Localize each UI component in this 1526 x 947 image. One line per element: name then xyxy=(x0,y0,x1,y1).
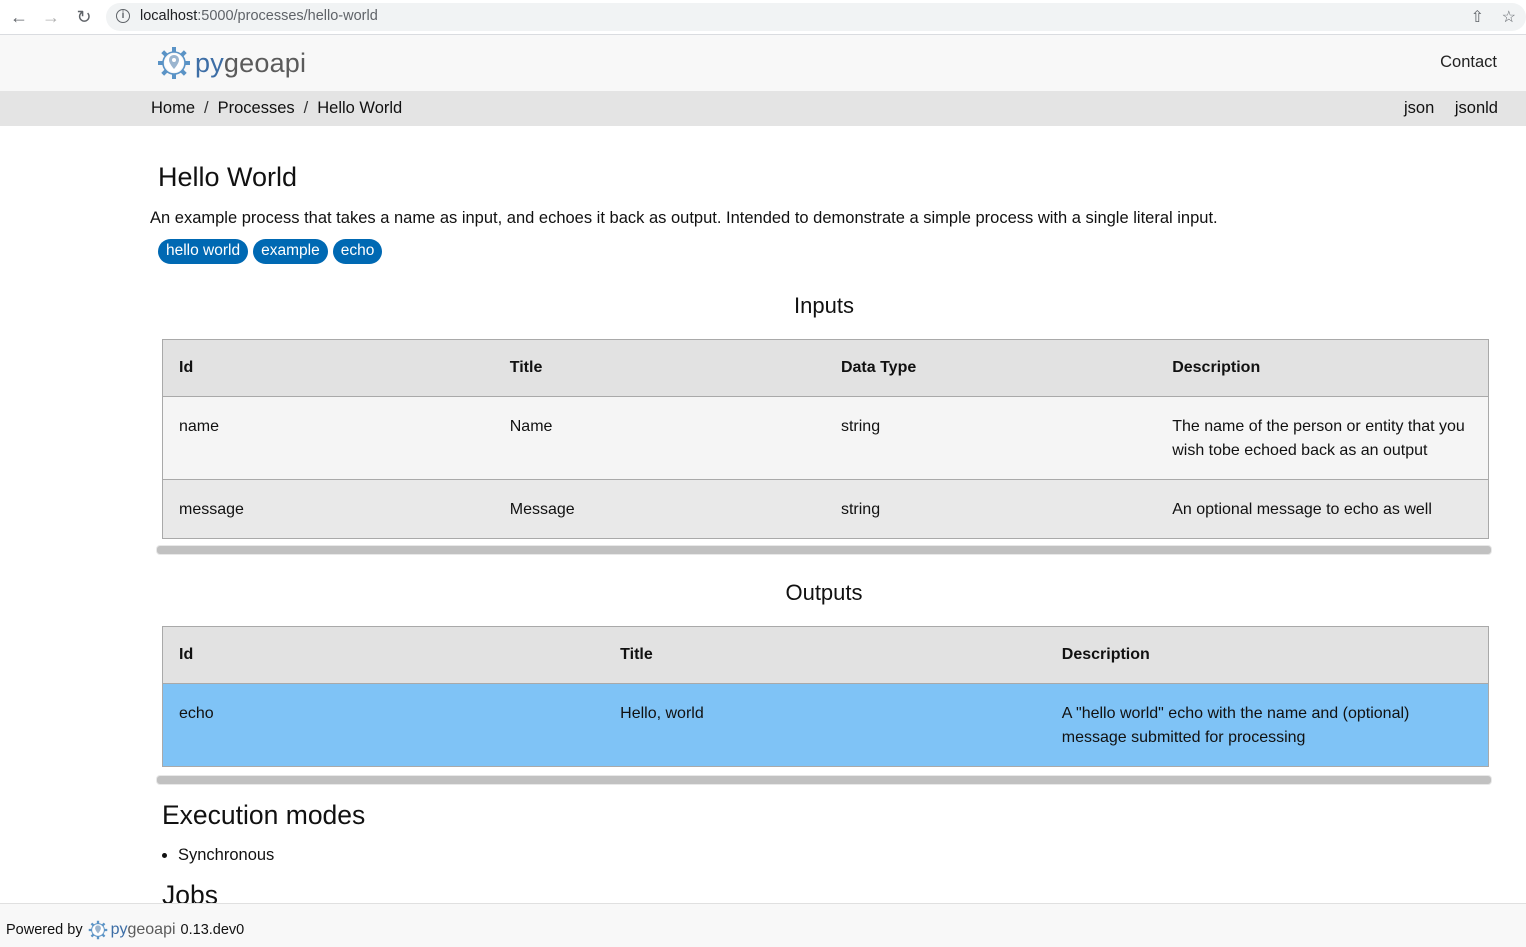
output-title: Hello, world xyxy=(620,705,704,722)
column-header: Title xyxy=(604,626,1046,684)
list-item: Synchronous xyxy=(178,846,274,865)
process-description: An example process that takes a name as … xyxy=(150,209,1218,227)
column-header: Description xyxy=(1156,339,1489,397)
share-icon[interactable]: ⇧ xyxy=(1471,7,1484,27)
column-header: Description xyxy=(1045,626,1489,684)
reload-icon[interactable]: ↻ xyxy=(73,6,95,28)
input-title: Message xyxy=(509,501,575,518)
powered-by-label: Powered by xyxy=(6,922,83,938)
table-row: message Message string An optional messa… xyxy=(162,479,1489,539)
input-description: An optional message to echo as well xyxy=(1172,501,1432,518)
table-header-row: Id Title Data Type Description xyxy=(162,339,1489,397)
input-type: string xyxy=(840,501,881,518)
inputs-heading: Inputs xyxy=(794,293,854,318)
input-id: name xyxy=(179,418,220,435)
input-title: Name xyxy=(509,418,553,435)
keyword-tags: hello world example echo xyxy=(158,239,383,264)
column-header: Data Type xyxy=(824,339,1157,397)
url-text[interactable]: localhost:5000/processes/hello-world xyxy=(140,8,378,24)
site-info-icon[interactable]: i xyxy=(116,9,130,23)
outputs-heading: Outputs xyxy=(785,580,863,605)
column-header: Title xyxy=(493,339,825,397)
input-type: string xyxy=(840,418,881,435)
output-id: echo xyxy=(179,705,214,722)
json-link[interactable]: json xyxy=(1404,99,1434,117)
back-arrow-icon[interactable]: ← xyxy=(8,6,30,28)
keyword-tag[interactable]: hello world xyxy=(158,239,249,264)
output-description: A "hello world" echo with the name and (… xyxy=(1061,705,1410,746)
address-bar[interactable]: i localhost:5000/processes/hello-world ⇧… xyxy=(106,3,1526,31)
footer-logo-py: py xyxy=(110,921,128,938)
browser-toolbar: ← → ↻ i localhost:5000/processes/hello-w… xyxy=(0,0,1526,35)
outputs-horizontal-scrollbar[interactable] xyxy=(156,775,1492,785)
footer-logo-geoapi: geoapi xyxy=(127,921,176,938)
bookmark-star-icon[interactable]: ☆ xyxy=(1502,7,1516,27)
page-title: Hello World xyxy=(158,162,298,192)
contact-link[interactable]: Contact xyxy=(1440,53,1497,72)
breadcrumb-current[interactable]: Hello World xyxy=(317,99,402,117)
breadcrumb-bar: Home / Processes / Hello World json jsonld xyxy=(0,91,1526,126)
site-header: pygeoapi Contact xyxy=(0,35,1526,91)
column-header: Id xyxy=(162,339,494,397)
keyword-tag[interactable]: echo xyxy=(332,239,383,264)
logo-py: py xyxy=(195,47,224,78)
execution-modes-heading: Execution modes xyxy=(162,800,366,830)
breadcrumb-processes[interactable]: Processes xyxy=(218,99,295,117)
breadcrumb: Home / Processes / Hello World xyxy=(151,99,402,118)
keyword-tag[interactable]: example xyxy=(253,239,328,264)
breadcrumb-separator: / xyxy=(204,99,209,117)
jsonld-link[interactable]: jsonld xyxy=(1455,99,1498,117)
forward-arrow-icon[interactable]: → xyxy=(40,6,62,28)
table-row[interactable]: echo Hello, world A "hello world" echo w… xyxy=(162,683,1489,767)
logo-wordmark: pygeoapi xyxy=(195,48,306,79)
column-header: Id xyxy=(162,626,605,684)
breadcrumb-home[interactable]: Home xyxy=(151,99,195,117)
logo-geoapi: geoapi xyxy=(223,47,307,78)
url-path: :5000/processes/hello-world xyxy=(197,8,378,24)
gear-logo-icon xyxy=(88,920,107,940)
footer: Powered by pygeoapi 0.13.dev0 xyxy=(0,903,1526,947)
powered-by: Powered by pygeoapi 0.13.dev0 xyxy=(6,919,244,941)
format-links: json jsonld xyxy=(1388,99,1498,118)
inputs-table: Id Title Data Type Description name Name… xyxy=(162,339,1489,539)
input-id: message xyxy=(179,501,244,518)
pygeoapi-logo[interactable]: pygeoapi xyxy=(155,43,306,83)
version-label: 0.13.dev0 xyxy=(180,922,245,938)
breadcrumb-separator: / xyxy=(303,99,309,117)
gear-logo-icon xyxy=(158,47,190,79)
outputs-table: Id Title Description echo Hello, world A… xyxy=(162,626,1489,767)
execution-modes-list: Synchronous xyxy=(161,846,274,865)
input-description: The name of the person or entity that yo… xyxy=(1172,418,1465,459)
url-host: localhost xyxy=(140,8,198,24)
table-header-row: Id Title Description xyxy=(162,626,1489,684)
inputs-horizontal-scrollbar[interactable] xyxy=(156,545,1492,555)
table-row: name Name string The name of the person … xyxy=(162,396,1489,480)
footer-logo[interactable]: pygeoapi xyxy=(111,921,176,939)
